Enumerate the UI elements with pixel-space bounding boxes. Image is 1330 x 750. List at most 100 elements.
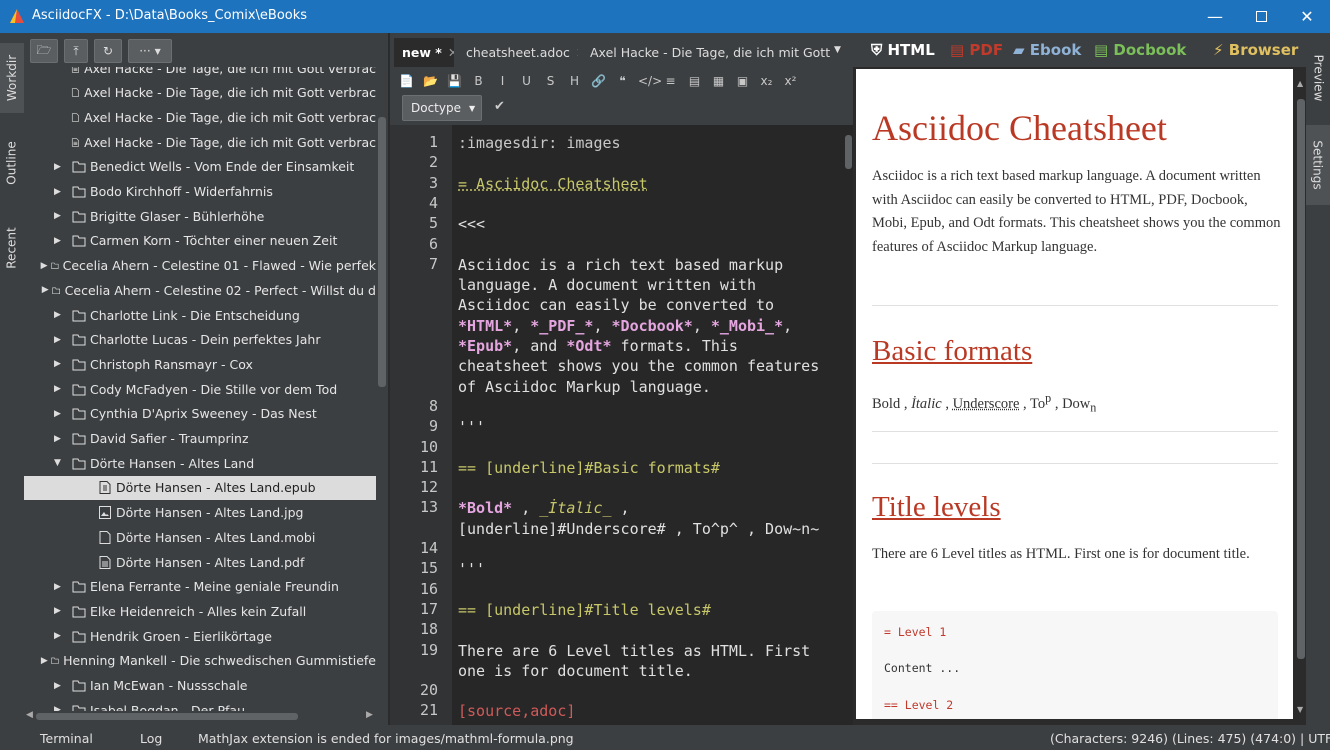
list-icon[interactable]: ≡ — [662, 74, 679, 88]
tab-recent[interactable]: Recent — [0, 218, 24, 278]
tree-item[interactable]: Axel Hacke - Die Tage, die ich mit Gott … — [24, 130, 376, 154]
code-editor[interactable]: 1 2 3 4 5 6 7 8 9 10 11 12 13 14 15 16 17 18 19 20 21 :image… — [390, 125, 853, 725]
open-file-icon[interactable]: 📂 — [422, 74, 439, 88]
strikethrough-icon[interactable]: S — [542, 74, 559, 88]
save-icon[interactable]: 💾 — [446, 74, 463, 88]
docbook-tab[interactable]: ▤ Docbook — [1094, 41, 1186, 59]
collapsed-arrow-icon[interactable]: ▶ — [54, 606, 66, 616]
tree-item[interactable]: Axel Hacke - Die Tage, die ich mit Gott … — [24, 81, 376, 105]
tree-item[interactable]: ▶ Hendrik Groen - Eierlikörtage — [24, 624, 376, 648]
link-icon[interactable]: 🔗 — [590, 74, 607, 88]
tab-settings[interactable]: Settings — [1306, 125, 1330, 205]
underline-icon[interactable]: U — [518, 74, 535, 88]
tree-item[interactable]: Dörte Hansen - Altes Land.epub — [24, 476, 376, 500]
tree-item[interactable]: Dörte Hansen - Altes Land.pdf — [24, 550, 376, 574]
more-menu-button[interactable]: ··· ▼ — [128, 39, 172, 63]
tree-item[interactable]: ▶ Cecelia Ahern - Celestine 02 - Perfect … — [24, 278, 376, 302]
maximize-button[interactable] — [1238, 0, 1284, 33]
collapsed-arrow-icon[interactable]: ▶ — [54, 187, 66, 197]
tree-item[interactable]: ▶ Cody McFadyen - Die Stille vor dem Tod — [24, 377, 376, 401]
expanded-arrow-icon[interactable]: ▼ — [54, 458, 66, 468]
doctype-dropdown[interactable]: Doctype ▼ — [402, 95, 482, 121]
code-icon[interactable]: </> — [638, 74, 655, 88]
close-button[interactable]: ✕ — [1284, 0, 1330, 33]
go-up-button[interactable]: ⤒ — [64, 39, 88, 63]
scroll-up-icon[interactable]: ▲ — [1297, 79, 1303, 88]
ebook-tab[interactable]: ▰ Ebook — [1013, 41, 1081, 59]
tab-new[interactable]: new * ✕ — [394, 38, 454, 67]
tree-item[interactable]: ▶ Elke Heidenreich - Alles kein Zufall — [24, 599, 376, 623]
scroll-down-icon[interactable]: ▼ — [1297, 705, 1303, 714]
terminal-button[interactable]: Terminal — [40, 731, 93, 746]
collapsed-arrow-icon[interactable]: ▶ — [54, 236, 66, 246]
collapsed-arrow-icon[interactable]: ▶ — [54, 582, 66, 592]
tree-item[interactable]: ▶ Cynthia D'Aprix Sweeney - Das Nest — [24, 402, 376, 426]
collapsed-arrow-icon[interactable]: ▶ — [54, 359, 66, 369]
heading-icon[interactable]: H — [566, 74, 583, 88]
html-tab[interactable]: ⛨ HTML — [871, 41, 935, 59]
quote-icon[interactable]: ❝ — [614, 74, 631, 88]
tree-item[interactable]: Dörte Hansen - Altes Land.mobi — [24, 525, 376, 549]
preview-scroll-thumb[interactable] — [1297, 99, 1305, 659]
tree-item[interactable]: Axel Hacke - Die Tage, die ich mit Gott … — [24, 67, 376, 80]
tree-item[interactable]: ▼ Dörte Hansen - Altes Land — [24, 451, 376, 475]
tree-item[interactable]: Dörte Hansen - Altes Land.jpg — [24, 501, 376, 525]
tab-cheatsheet[interactable]: cheatsheet.adoc ✕ — [458, 38, 578, 67]
table-icon[interactable]: ▤ — [686, 74, 703, 88]
tree-item[interactable]: ▶ Ian McEwan - Nussschale — [24, 674, 376, 698]
tab-workdir[interactable]: Workdir — [0, 43, 24, 113]
check-circle-icon[interactable]: ✔ — [494, 99, 505, 114]
new-file-icon[interactable]: 📄 — [398, 74, 415, 88]
tree-item[interactable]: ▶ Benedict Wells - Vom Ende der Einsamkei… — [24, 155, 376, 179]
preview-scrollbar[interactable]: ▲ ▼ — [1296, 69, 1306, 721]
collapsed-arrow-icon[interactable]: ▶ — [41, 261, 48, 271]
tree-item[interactable]: ▶ Charlotte Lucas - Dein perfektes Jahr — [24, 328, 376, 352]
log-button[interactable]: Log — [140, 731, 162, 746]
tree-item[interactable]: ▶ Isabel Bogdan - Der Pfau — [24, 698, 376, 711]
close-tab-icon[interactable]: ✕ — [448, 45, 454, 60]
pdf-tab[interactable]: ▤ PDF — [950, 41, 1003, 59]
editor-scrollbar[interactable] — [845, 135, 852, 169]
tab-preview[interactable]: Preview — [1306, 43, 1330, 113]
collapsed-arrow-icon[interactable]: ▶ — [54, 310, 66, 320]
collapsed-arrow-icon[interactable]: ▶ — [54, 335, 66, 345]
collapsed-arrow-icon[interactable]: ▶ — [54, 681, 66, 691]
tree-item[interactable]: ▶ Bodo Kirchhoff - Widerfahrnis — [24, 180, 376, 204]
tree-item[interactable]: ▶ Christoph Ransmayr - Cox — [24, 352, 376, 376]
subscript-icon[interactable]: x₂ — [758, 74, 775, 88]
scroll-left-icon[interactable]: ◀ — [26, 710, 33, 720]
grid-icon[interactable]: ▦ — [710, 74, 727, 88]
tab-list-dropdown-icon[interactable]: ▼ — [834, 45, 841, 55]
collapsed-arrow-icon[interactable]: ▶ — [54, 434, 66, 444]
tree-item[interactable]: ▶ Charlotte Link - Die Entscheidung — [24, 303, 376, 327]
tab-axel-hacke[interactable]: Axel Hacke - Die Tage, die ich mit Gott … — [582, 38, 830, 67]
italic-icon[interactable]: I — [494, 74, 511, 88]
close-tab-icon[interactable]: ✕ — [576, 45, 578, 60]
tree-item[interactable]: ▶ Cecelia Ahern - Celestine 01 - Flawed -… — [24, 254, 376, 278]
collapsed-arrow-icon[interactable]: ▶ — [41, 656, 48, 666]
tree-horizontal-scrollbar[interactable] — [36, 713, 298, 720]
minimize-button[interactable]: — — [1192, 0, 1238, 33]
browser-tab[interactable]: ⚡ Browser — [1213, 41, 1298, 59]
bold-icon[interactable]: B — [470, 74, 487, 88]
image-icon[interactable]: ▣ — [734, 74, 751, 88]
collapsed-arrow-icon[interactable]: ▶ — [54, 211, 66, 221]
open-folder-button[interactable]: 🗁 — [30, 39, 58, 63]
collapsed-arrow-icon[interactable]: ▶ — [54, 409, 66, 419]
collapsed-arrow-icon[interactable]: ▶ — [54, 631, 66, 641]
collapsed-arrow-icon[interactable]: ▶ — [54, 705, 66, 711]
tree-vertical-scrollbar[interactable] — [378, 117, 386, 387]
collapsed-arrow-icon[interactable]: ▶ — [54, 384, 66, 394]
scroll-right-icon[interactable]: ▶ — [366, 710, 373, 720]
tree-item[interactable]: ▶ David Safier - Traumprinz — [24, 427, 376, 451]
tree-item[interactable]: ▶ Carmen Korn - Töchter einer neuen Zeit — [24, 229, 376, 253]
tree-item[interactable]: ▶ Henning Mankell - Die schwedischen Gumm… — [24, 649, 376, 673]
collapsed-arrow-icon[interactable]: ▶ — [54, 162, 66, 172]
superscript-icon[interactable]: x² — [782, 74, 799, 88]
tree-item[interactable]: ▶ Brigitte Glaser - Bühlerhöhe — [24, 204, 376, 228]
refresh-button[interactable]: ↻ — [94, 39, 122, 63]
tree-item[interactable]: ▶ Elena Ferrante - Meine geniale Freundin — [24, 575, 376, 599]
tab-outline[interactable]: Outline — [0, 133, 24, 193]
collapsed-arrow-icon[interactable]: ▶ — [42, 285, 49, 295]
tree-item[interactable]: Axel Hacke - Die Tage, die ich mit Gott … — [24, 105, 376, 129]
